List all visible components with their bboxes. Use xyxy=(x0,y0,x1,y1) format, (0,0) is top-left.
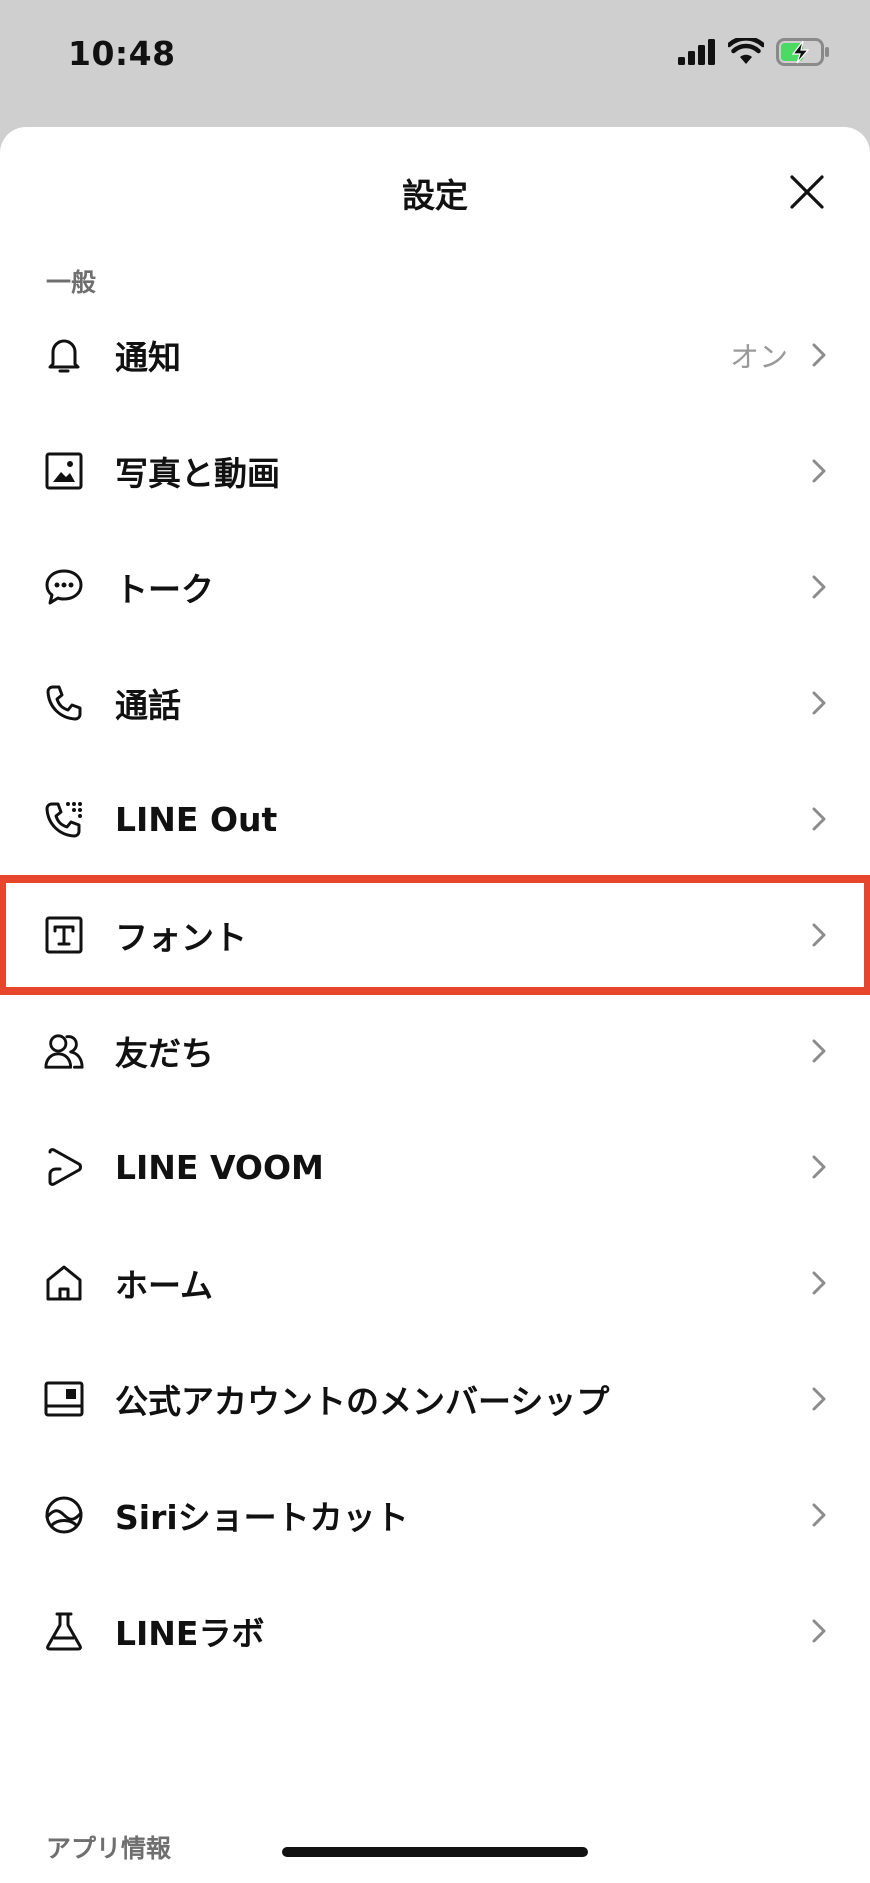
section-label-app-info: アプリ情報 xyxy=(46,1834,172,1863)
home-icon xyxy=(44,1263,84,1303)
voom-play-icon xyxy=(44,1147,84,1187)
settings-item-value: オン xyxy=(729,340,788,374)
chevron-right-icon xyxy=(810,1501,828,1529)
settings-item-line-voom[interactable]: LINE VOOM xyxy=(0,1109,870,1225)
settings-item-font[interactable]: フォント xyxy=(0,875,870,995)
close-icon xyxy=(790,175,824,209)
status-bar: 10:48 xyxy=(0,0,870,120)
settings-item-photos-videos[interactable]: 写真と動画 xyxy=(0,413,870,529)
settings-item-calls[interactable]: 通話 xyxy=(0,645,870,761)
chevron-right-icon xyxy=(810,1269,828,1297)
settings-sheet: 設定 一般 通知 オン 写真と動画 トーク 通話 LINE Out フォント 友… xyxy=(0,127,870,1883)
chevron-right-icon xyxy=(810,1617,828,1645)
settings-item-label: LINE Out xyxy=(115,799,278,839)
chat-bubble-icon xyxy=(44,567,84,607)
font-icon xyxy=(44,915,84,955)
settings-item-label: 公式アカウントのメンバーシップ xyxy=(115,1382,610,1421)
membership-icon xyxy=(44,1379,84,1419)
chevron-right-icon xyxy=(810,457,828,485)
battery-charging-icon xyxy=(776,38,830,66)
photo-icon xyxy=(44,451,84,491)
settings-item-label: 写真と動画 xyxy=(115,454,280,493)
settings-item-membership[interactable]: 公式アカウントのメンバーシップ xyxy=(0,1341,870,1457)
phone-icon xyxy=(44,683,84,723)
section-label-general: 一般 xyxy=(46,268,97,297)
settings-item-notifications[interactable]: 通知 オン xyxy=(0,297,870,413)
close-button[interactable] xyxy=(782,167,832,217)
cellular-signal-icon xyxy=(678,39,716,65)
chevron-right-icon xyxy=(810,921,828,949)
sheet-header: 設定 xyxy=(0,127,870,259)
bell-icon xyxy=(44,335,84,375)
settings-item-label: LINE VOOM xyxy=(115,1147,324,1187)
settings-item-siri-shortcuts[interactable]: Siriショートカット xyxy=(0,1457,870,1573)
chevron-right-icon xyxy=(810,689,828,717)
page-title: 設定 xyxy=(402,176,468,215)
friends-icon xyxy=(44,1031,84,1071)
settings-item-home[interactable]: ホーム xyxy=(0,1225,870,1341)
settings-item-label: ホーム xyxy=(115,1266,214,1305)
chevron-right-icon xyxy=(810,1153,828,1181)
settings-item-label: フォント xyxy=(115,918,247,957)
settings-item-label: 通話 xyxy=(115,686,181,725)
settings-item-label: LINEラボ xyxy=(115,1614,265,1653)
settings-item-label: 通知 xyxy=(115,338,181,377)
chevron-right-icon xyxy=(810,341,828,369)
chevron-right-icon xyxy=(810,805,828,833)
settings-item-label: Siriショートカット xyxy=(115,1498,409,1537)
phone-keypad-icon xyxy=(44,799,84,839)
settings-item-line-labs[interactable]: LINEラボ xyxy=(0,1573,870,1689)
siri-icon xyxy=(44,1495,84,1535)
chevron-right-icon xyxy=(810,1385,828,1413)
settings-item-label: 友だち xyxy=(115,1034,214,1073)
settings-list: 通知 オン 写真と動画 トーク 通話 LINE Out フォント 友だち LIN… xyxy=(0,297,870,1689)
settings-item-chats[interactable]: トーク xyxy=(0,529,870,645)
status-time: 10:48 xyxy=(68,34,176,73)
home-indicator[interactable] xyxy=(282,1847,588,1857)
chevron-right-icon xyxy=(810,1037,828,1065)
settings-item-label: トーク xyxy=(115,570,214,609)
chevron-right-icon xyxy=(810,573,828,601)
flask-icon xyxy=(44,1611,84,1651)
wifi-icon xyxy=(728,38,764,66)
settings-item-friends[interactable]: 友だち xyxy=(0,993,870,1109)
status-icons xyxy=(678,38,830,66)
settings-item-line-out[interactable]: LINE Out xyxy=(0,761,870,877)
